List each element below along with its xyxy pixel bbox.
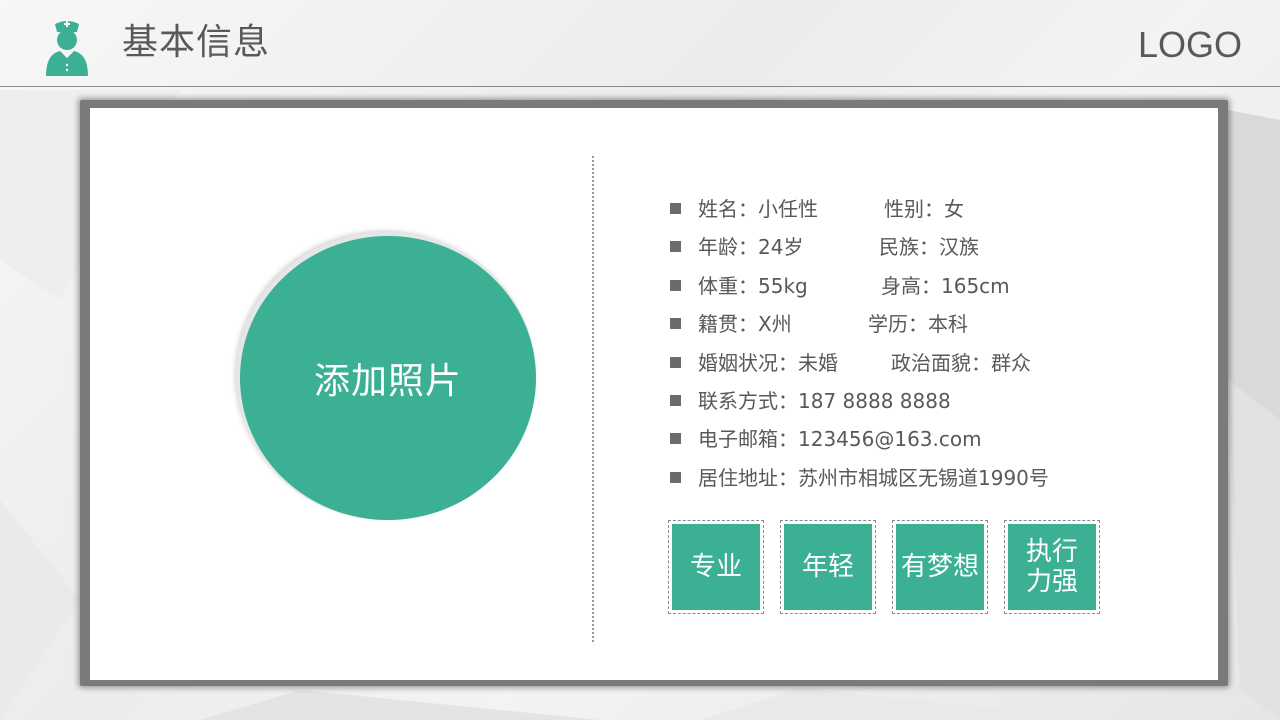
header: 基本信息 LOGO bbox=[0, 0, 1280, 86]
info-list: 姓名：小任性 性别：女 年龄：24岁 民族：汉族 体重：55kg 身高：165c… bbox=[670, 196, 1190, 503]
bullet-icon bbox=[670, 433, 681, 445]
tag-dreams: 有梦想 bbox=[892, 520, 988, 614]
bullet-icon bbox=[670, 394, 681, 406]
info-age: 年龄：24岁 bbox=[698, 235, 804, 260]
vertical-divider bbox=[592, 156, 594, 642]
logo: LOGO bbox=[1137, 24, 1242, 65]
tag-label: 年轻 bbox=[801, 552, 854, 582]
info-name: 姓名：小任性 bbox=[698, 197, 818, 221]
info-row: 联系方式：187 8888 8888 bbox=[670, 388, 1190, 426]
info-ethnicity: 民族：汉族 bbox=[879, 235, 979, 260]
info-row: 年龄：24岁 民族：汉族 bbox=[670, 234, 1190, 272]
photo-placeholder[interactable]: 添加照片 bbox=[240, 236, 536, 520]
info-hometown: 籍贯：X州 bbox=[698, 312, 792, 337]
info-row: 电子邮箱：123456@163.com bbox=[670, 426, 1190, 464]
bullet-icon bbox=[670, 471, 681, 483]
tag-young: 年轻 bbox=[780, 520, 876, 614]
info-height: 身高：165cm bbox=[881, 273, 1010, 298]
tag-execution: 执行力强 bbox=[1004, 520, 1100, 614]
info-row: 籍贯：X州 学历：本科 bbox=[670, 311, 1190, 349]
info-row: 婚姻状况：未婚 政治面貌：群众 bbox=[670, 350, 1190, 388]
info-email: 电子邮箱：123456@163.com bbox=[698, 427, 982, 452]
tag-label: 专业 bbox=[689, 552, 742, 582]
bullet-icon bbox=[670, 318, 681, 330]
info-political-status: 政治面貌：群众 bbox=[891, 350, 1031, 375]
tag-professional: 专业 bbox=[668, 520, 764, 614]
nurse-icon bbox=[46, 21, 88, 76]
photo-label: 添加照片 bbox=[313, 361, 462, 402]
info-address: 居住地址：苏州市相城区无锡道1990号 bbox=[698, 465, 1049, 490]
bullet-icon bbox=[670, 241, 681, 253]
info-row: 居住地址：苏州市相城区无锡道1990号 bbox=[670, 465, 1190, 503]
profile-card: 添加照片 姓名：小任性 性别：女 年龄：24岁 民族：汉族 体重：55kg 身高… bbox=[90, 108, 1218, 680]
info-row: 姓名：小任性 性别：女 bbox=[670, 196, 1190, 234]
info-marital-status: 婚姻状况：未婚 bbox=[698, 350, 838, 375]
header-divider bbox=[0, 86, 1280, 87]
info-gender: 性别：女 bbox=[884, 197, 964, 221]
info-education: 学历：本科 bbox=[868, 312, 968, 337]
tag-label: 执行力强 bbox=[1025, 537, 1078, 597]
bullet-icon bbox=[670, 279, 681, 291]
page-title: 基本信息 bbox=[122, 22, 271, 63]
tag-label: 有梦想 bbox=[900, 552, 979, 582]
bullet-icon bbox=[670, 203, 681, 214]
info-phone: 联系方式：187 8888 8888 bbox=[698, 388, 951, 413]
info-weight: 体重：55kg bbox=[698, 273, 808, 298]
bullet-icon bbox=[670, 356, 681, 368]
info-row: 体重：55kg 身高：165cm bbox=[670, 273, 1190, 311]
trait-tags: 专业 年轻 有梦想 执行力强 bbox=[668, 520, 1108, 616]
